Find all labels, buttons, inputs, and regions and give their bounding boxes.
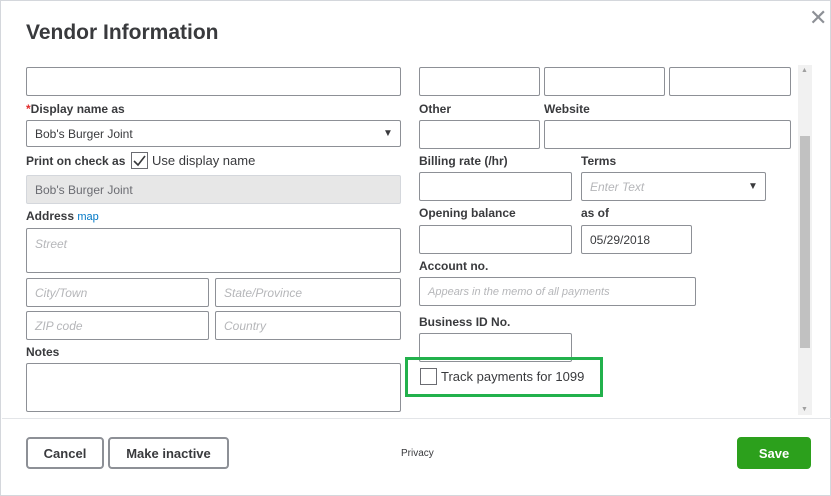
phone-field-3[interactable] [669,67,791,96]
use-display-name-label: Use display name [152,153,256,168]
checkmark-icon [133,155,146,167]
zip-placeholder: ZIP code [35,318,83,333]
address-label-text: Address [26,209,75,223]
city-field[interactable]: City/Town [26,278,209,307]
track-1099-label: Track payments for 1099 [441,369,585,384]
as-of-label: as of [581,206,610,220]
phone-field-1[interactable] [419,67,540,96]
zip-field[interactable]: ZIP code [26,311,209,340]
notes-field[interactable] [26,363,401,412]
chevron-down-icon[interactable]: ▼ [741,173,765,200]
vendor-information-dialog: Vendor Information ✕ *Display name as Bo… [0,0,831,496]
terms-label: Terms [581,154,617,168]
scroll-up-icon[interactable]: ▲ [801,67,808,74]
map-link[interactable]: map [77,211,98,223]
name-field[interactable] [26,67,401,96]
chevron-down-icon[interactable]: ▼ [376,121,400,146]
website-label: Website [544,102,590,116]
other-label: Other [419,102,452,116]
account-no-placeholder: Appears in the memo of all payments [428,285,610,298]
street-field[interactable]: Street [26,228,401,273]
business-id-label: Business ID No. [419,315,511,329]
print-on-check-label: Print on check as [26,154,126,168]
billing-rate-label: Billing rate (/hr) [419,154,508,168]
display-name-value: Bob's Burger Joint [35,126,133,141]
display-name-label: *Display name as [26,102,125,116]
account-no-label: Account no. [419,259,489,273]
display-name-select[interactable]: Bob's Burger Joint ▼ [26,120,401,147]
as-of-date-field[interactable]: 05/29/2018 [581,225,692,254]
make-inactive-button[interactable]: Make inactive [108,437,229,469]
state-field[interactable]: State/Province [215,278,401,307]
website-field[interactable] [544,120,791,149]
notes-label: Notes [26,345,60,359]
close-icon[interactable]: ✕ [809,7,827,29]
save-button[interactable]: Save [737,437,811,469]
opening-balance-label: Opening balance [419,206,516,220]
country-placeholder: Country [224,318,267,333]
footer-divider [2,418,831,419]
billing-rate-field[interactable] [419,172,572,201]
terms-select[interactable]: Enter Text ▼ [581,172,766,201]
privacy-link[interactable]: Privacy [401,448,434,459]
opening-balance-field[interactable] [419,225,572,254]
scrollbar-thumb[interactable] [800,136,810,348]
address-label: Address map [26,209,99,223]
print-on-check-field: Bob's Burger Joint [26,175,401,204]
dialog-title: Vendor Information [26,21,219,44]
other-field[interactable] [419,120,540,149]
account-no-field[interactable]: Appears in the memo of all payments [419,277,696,306]
terms-placeholder: Enter Text [590,179,645,194]
phone-field-2[interactable] [544,67,665,96]
use-display-name-checkbox[interactable] [131,152,148,169]
street-placeholder: Street [35,237,68,251]
city-placeholder: City/Town [35,285,88,300]
display-name-label-text: Display name as [30,102,125,116]
cancel-button[interactable]: Cancel [26,437,104,469]
track-1099-checkbox[interactable] [420,368,437,385]
state-placeholder: State/Province [224,285,303,300]
scroll-down-icon[interactable]: ▼ [801,406,808,413]
country-field[interactable]: Country [215,311,401,340]
